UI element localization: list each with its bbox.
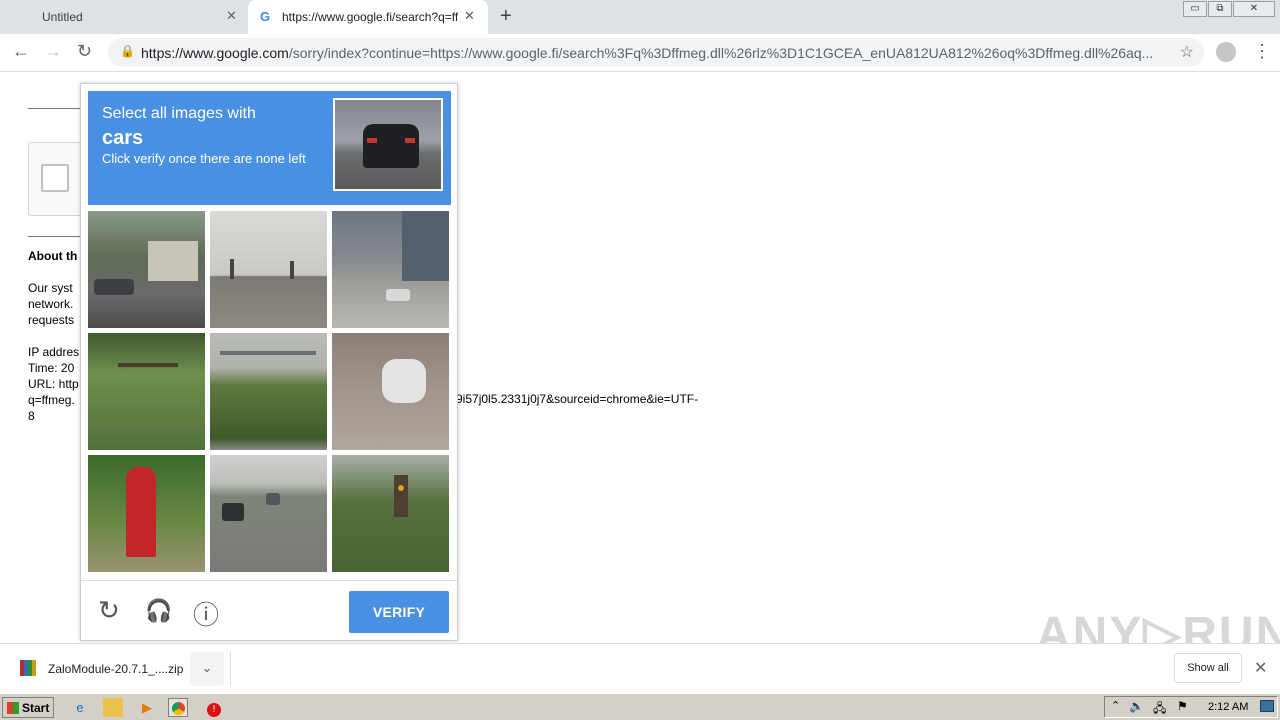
back-button[interactable]: ← bbox=[12, 41, 30, 62]
paragraph-line: network. bbox=[28, 297, 74, 311]
sample-image bbox=[333, 98, 443, 191]
traffic-light-shape bbox=[398, 485, 404, 491]
instruction-text: Select all images with bbox=[102, 105, 256, 122]
volume-icon[interactable]: 🔈 bbox=[1129, 699, 1144, 713]
url-tail-text: 9i57j0l5.2331j0j7&sourceid=chrome&ie=UTF… bbox=[456, 392, 699, 406]
new-tab-button[interactable]: + bbox=[500, 5, 512, 28]
target-object: cars bbox=[102, 127, 144, 149]
tray-expand-icon[interactable]: ⌃ bbox=[1111, 699, 1120, 712]
alert-icon: ! bbox=[207, 703, 221, 717]
recaptcha-checkbox[interactable] bbox=[41, 164, 69, 192]
show-desktop-icon[interactable] bbox=[1260, 700, 1274, 712]
image-tile[interactable] bbox=[88, 211, 205, 328]
instruction-subtext: Click verify once there are none left bbox=[102, 151, 306, 166]
show-all-button[interactable]: Show all bbox=[1174, 653, 1242, 683]
challenge-footer: ↻ 🎧 ⓘ VERIFY bbox=[81, 580, 457, 640]
url-host: https://www.google.com bbox=[141, 45, 289, 61]
media-player-icon[interactable]: ▶ bbox=[137, 698, 157, 717]
traffic-light-shape bbox=[394, 475, 408, 517]
image-tile[interactable] bbox=[210, 333, 327, 450]
info-icon[interactable]: ⓘ bbox=[193, 595, 219, 632]
building-shape bbox=[402, 211, 449, 281]
divider bbox=[28, 108, 80, 109]
recaptcha-challenge: Select all images with cars Click verify… bbox=[80, 83, 458, 641]
car-shape bbox=[94, 279, 134, 295]
archive-file-icon bbox=[20, 660, 36, 676]
tab-title: https://www.google.fi/search?q=ffmeg bbox=[282, 10, 458, 24]
image-tile[interactable] bbox=[88, 455, 205, 572]
motorcycle-shape bbox=[382, 359, 426, 403]
challenge-header: Select all images with cars Click verify… bbox=[88, 91, 451, 205]
meta-line: IP addres bbox=[28, 345, 80, 359]
about-heading: About th bbox=[28, 249, 78, 263]
forward-button[interactable]: → bbox=[44, 41, 62, 62]
meta-line: URL: http bbox=[28, 377, 79, 391]
image-tile[interactable] bbox=[210, 455, 327, 572]
overpass-shape bbox=[220, 351, 316, 355]
paragraph-line: requests bbox=[28, 313, 75, 327]
minimize-button[interactable]: ▭ bbox=[1183, 1, 1207, 17]
profile-avatar[interactable] bbox=[1216, 42, 1236, 62]
address-bar[interactable]: 🔒 https://www.google.com/sorry/index?con… bbox=[108, 38, 1204, 67]
building-shape bbox=[148, 241, 198, 281]
meta-line: 8 bbox=[28, 409, 35, 423]
tab-untitled[interactable]: Untitled ✕ bbox=[0, 0, 246, 34]
image-tile[interactable] bbox=[332, 455, 449, 572]
close-icon[interactable]: ✕ bbox=[226, 8, 237, 24]
verify-button[interactable]: VERIFY bbox=[349, 591, 449, 633]
recaptcha-checkbox-widget[interactable] bbox=[28, 142, 88, 216]
lock-icon: 🔒 bbox=[120, 44, 135, 58]
explorer-folder-icon[interactable] bbox=[103, 698, 123, 717]
chrome-taskbar-icon[interactable] bbox=[168, 698, 188, 717]
car-shape bbox=[222, 503, 244, 521]
clock[interactable]: 2:12 AM bbox=[1208, 701, 1248, 713]
hydrant-shape bbox=[126, 467, 156, 557]
image-grid bbox=[88, 211, 451, 574]
tab-title: Untitled bbox=[42, 10, 83, 24]
download-filename[interactable]: ZaloModule-20.7.1_....zip bbox=[48, 662, 183, 676]
system-tray: ⌃ 🔈 🖧 ⚑ bbox=[1104, 696, 1278, 718]
windows-logo-icon bbox=[7, 701, 19, 714]
reload-icon[interactable]: ↻ bbox=[98, 595, 120, 626]
audio-headphones-icon[interactable]: 🎧 bbox=[145, 598, 172, 624]
fence-shape bbox=[118, 363, 178, 367]
car-shape bbox=[386, 289, 410, 301]
window-close-button[interactable]: ✕ bbox=[1233, 1, 1275, 17]
close-icon[interactable]: ✕ bbox=[1254, 658, 1267, 678]
flag-icon[interactable]: ⚑ bbox=[1177, 699, 1188, 713]
image-tile[interactable] bbox=[210, 211, 327, 328]
reload-button[interactable]: ↻ bbox=[77, 41, 92, 62]
divider bbox=[28, 236, 80, 237]
menu-icon[interactable]: ⋮ bbox=[1253, 41, 1271, 62]
bookmark-star-icon[interactable]: ☆ bbox=[1180, 42, 1194, 62]
palm-shape bbox=[230, 259, 234, 279]
google-favicon-icon: G bbox=[260, 9, 271, 24]
meta-line: Time: 20 bbox=[28, 361, 75, 375]
network-icon[interactable]: 🖧 bbox=[1153, 699, 1166, 720]
ie-icon[interactable]: e bbox=[70, 698, 90, 717]
url-text[interactable]: https://www.google.com/sorry/index?conti… bbox=[141, 45, 1171, 61]
start-button[interactable]: Start bbox=[2, 697, 54, 718]
url-path: /sorry/index?continue=https://www.google… bbox=[288, 45, 1154, 61]
antivirus-icon[interactable]: ! bbox=[204, 698, 224, 717]
chrome-icon bbox=[171, 702, 185, 715]
car-shape bbox=[363, 124, 419, 168]
start-label: Start bbox=[22, 700, 50, 715]
tab-google-search[interactable]: G https://www.google.fi/search?q=ffmeg ✕ bbox=[248, 0, 488, 34]
windows-taskbar: Start e ▶ ! ⌃ 🔈 🖧 ⚑ 2:12 AM bbox=[0, 693, 1280, 720]
restore-button[interactable]: ⧉ bbox=[1208, 1, 1232, 17]
image-tile[interactable] bbox=[332, 333, 449, 450]
meta-line: q=ffmeg. bbox=[28, 393, 75, 407]
chevron-down-icon[interactable]: ⌄ bbox=[190, 652, 224, 686]
close-icon[interactable]: ✕ bbox=[464, 8, 475, 24]
download-bar: ZaloModule-20.7.1_....zip ⌄ Show all ✕ bbox=[0, 643, 1280, 693]
tab-strip: Untitled ✕ G https://www.google.fi/searc… bbox=[0, 0, 1280, 34]
divider bbox=[230, 652, 231, 686]
image-tile[interactable] bbox=[88, 333, 205, 450]
car-shape bbox=[266, 493, 280, 505]
browser-toolbar: ← → ↻ 🔒 https://www.google.com/sorry/ind… bbox=[0, 34, 1280, 72]
paragraph-line: Our syst bbox=[28, 281, 73, 295]
image-tile[interactable] bbox=[332, 211, 449, 328]
palm-shape bbox=[290, 261, 294, 279]
